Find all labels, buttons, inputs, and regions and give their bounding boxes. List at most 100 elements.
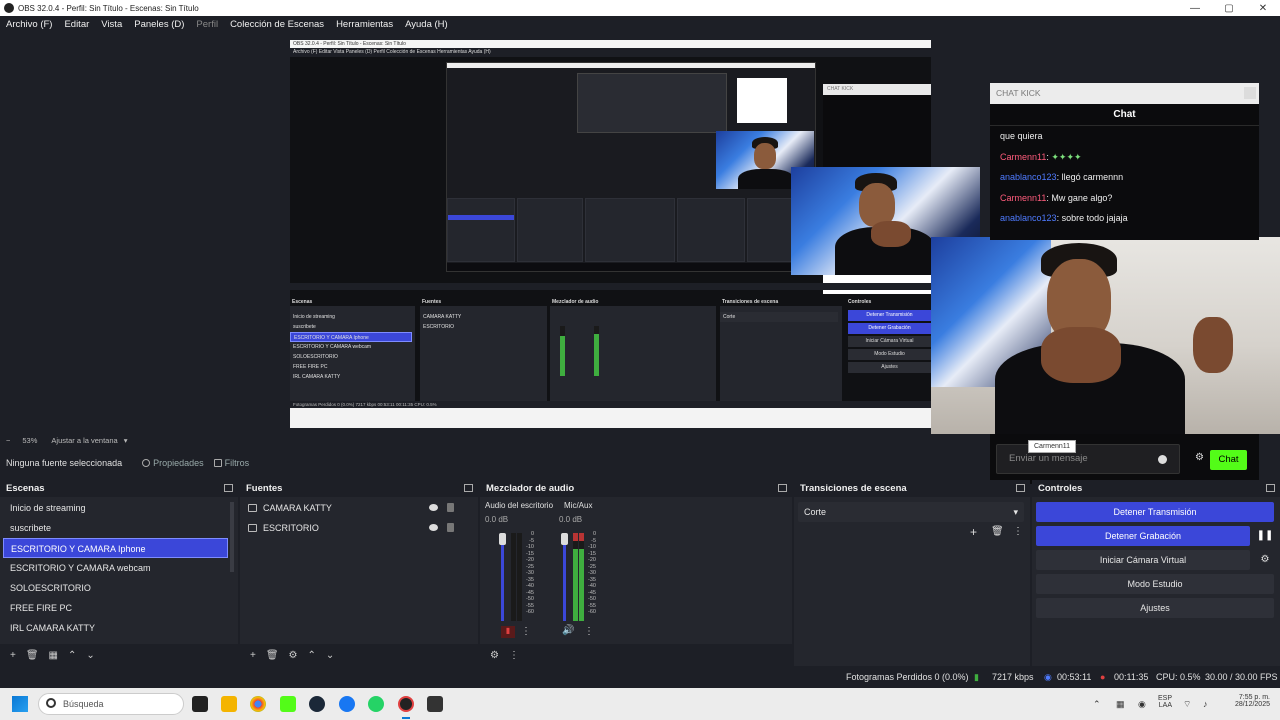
properties-button[interactable]: Propiedades bbox=[142, 458, 204, 468]
source-item[interactable]: ESCRITORIO bbox=[240, 518, 478, 538]
chat-username[interactable]: anablanco123 bbox=[1000, 172, 1057, 182]
menu-paneles[interactable]: Paneles (D) bbox=[128, 19, 190, 30]
mixer-channel-name: Mic/Aux bbox=[564, 501, 593, 510]
studio-mode-button[interactable]: Modo Estudio bbox=[1036, 574, 1274, 594]
scene-item-selected[interactable]: ESCRITORIO Y CAMARA Iphone bbox=[3, 538, 228, 558]
wifi-icon[interactable]: ⌔ bbox=[1183, 699, 1191, 710]
task-view-icon[interactable] bbox=[192, 696, 208, 712]
steam-icon[interactable] bbox=[309, 696, 325, 712]
eye-icon[interactable] bbox=[429, 524, 438, 531]
menu-archivo[interactable]: Archivo (F) bbox=[0, 19, 58, 30]
chat-message-input[interactable]: Enviar un mensaje bbox=[996, 444, 1180, 474]
transition-select[interactable]: Corte ▾ bbox=[798, 502, 1024, 522]
gear-icon[interactable]: ⚙ bbox=[289, 650, 298, 661]
chat-username[interactable]: anablanco123 bbox=[1000, 213, 1057, 223]
maximize-button[interactable]: ▢ bbox=[1212, 3, 1246, 14]
nested-transition-select: Corte bbox=[720, 312, 838, 322]
add-icon[interactable]: + bbox=[10, 650, 16, 661]
more-options-icon[interactable]: ⋮ bbox=[521, 626, 531, 637]
more-options-icon[interactable]: ⋮ bbox=[509, 650, 519, 661]
chat-popout-icon[interactable] bbox=[1244, 87, 1256, 99]
whatsapp-icon[interactable] bbox=[368, 696, 384, 712]
trash-icon[interactable]: 🗑 bbox=[991, 526, 1004, 537]
volume-slider-knob[interactable] bbox=[499, 533, 506, 545]
pause-icon[interactable]: ❚❚ bbox=[1256, 526, 1274, 546]
scene-item[interactable]: IRL CAMARA KATTY bbox=[3, 618, 228, 638]
volume-slider-mic[interactable] bbox=[563, 533, 566, 621]
gear-icon[interactable]: ⚙ bbox=[1256, 550, 1274, 570]
emoji-icon[interactable] bbox=[1158, 455, 1167, 464]
volume-slider-desktop[interactable] bbox=[501, 533, 504, 621]
chevron-down-icon[interactable]: ▾ bbox=[124, 436, 128, 445]
chat-username[interactable]: Carmenn11 bbox=[1000, 152, 1046, 162]
location-icon[interactable]: ◉ bbox=[1138, 699, 1146, 710]
search-icon bbox=[46, 698, 56, 708]
app-icon[interactable] bbox=[427, 696, 443, 712]
mute-icon[interactable]: ▮ bbox=[501, 626, 515, 638]
scene-item[interactable]: ESCRITORIO Y CAMARA webcam bbox=[3, 558, 228, 578]
chat-username[interactable]: Carmenn11 bbox=[1000, 193, 1046, 203]
menu-editar[interactable]: Editar bbox=[58, 19, 95, 30]
zoom-out-button[interactable]: − bbox=[6, 436, 10, 445]
add-icon[interactable]: + bbox=[250, 650, 256, 661]
chevron-up-icon[interactable]: ⌃ bbox=[1093, 699, 1101, 710]
chrome-icon[interactable] bbox=[250, 696, 266, 712]
menu-herramientas[interactable]: Herramientas bbox=[330, 19, 399, 30]
eye-icon[interactable] bbox=[429, 504, 438, 511]
scene-item[interactable]: SOLOESCRITORIO bbox=[3, 578, 228, 598]
stop-streaming-button[interactable]: Detener Transmisión bbox=[1036, 502, 1274, 522]
menu-ayuda[interactable]: Ayuda (H) bbox=[399, 19, 454, 30]
facebook-icon[interactable] bbox=[339, 696, 355, 712]
minimize-button[interactable]: — bbox=[1178, 3, 1212, 14]
chat-settings-gear-icon[interactable]: ⚙ bbox=[1195, 452, 1204, 463]
undock-icon[interactable] bbox=[1266, 484, 1275, 492]
undock-icon[interactable] bbox=[464, 484, 473, 492]
windows-start-icon[interactable] bbox=[12, 696, 28, 712]
language-indicator[interactable]: ESP LAA bbox=[1158, 695, 1172, 709]
file-explorer-icon[interactable] bbox=[221, 696, 237, 712]
volume-icon[interactable]: ♪ bbox=[1203, 699, 1208, 709]
volume-slider-knob[interactable] bbox=[561, 533, 568, 545]
filter-icon[interactable]: ▦ bbox=[49, 650, 58, 661]
scene-item[interactable]: suscribete bbox=[3, 518, 228, 538]
clock[interactable]: 7:55 p. m. 28/12/2025 bbox=[1224, 694, 1270, 708]
move-down-icon[interactable]: ⌄ bbox=[326, 650, 334, 661]
mixer-channel-db: 0.0 dB bbox=[485, 515, 509, 524]
trash-icon[interactable]: 🗑 bbox=[26, 650, 39, 661]
scene-item[interactable]: Inicio de streaming bbox=[3, 498, 228, 518]
move-down-icon[interactable]: ⌄ bbox=[86, 650, 94, 661]
filters-button[interactable]: Filtros bbox=[213, 458, 249, 468]
taskbar-search[interactable]: Búsqueda bbox=[38, 693, 184, 715]
lock-icon[interactable] bbox=[447, 503, 454, 512]
undock-icon[interactable] bbox=[1016, 484, 1025, 492]
more-options-icon[interactable]: ⋮ bbox=[584, 626, 594, 637]
stop-recording-button[interactable]: Detener Grabación bbox=[1036, 526, 1250, 546]
chat-send-button[interactable]: Chat bbox=[1210, 450, 1247, 470]
menu-perfil[interactable]: Perfil bbox=[190, 19, 224, 30]
add-icon[interactable]: + bbox=[970, 525, 977, 539]
trash-icon[interactable]: 🗑 bbox=[266, 650, 279, 661]
undock-icon[interactable] bbox=[224, 484, 233, 492]
transitions-dock: Transiciones de escena Corte ▾ + 🗑 ⋮ bbox=[794, 480, 1030, 666]
close-button[interactable]: ✕ bbox=[1246, 3, 1280, 14]
nested-menu-bar: Archivo (F) Editar Vista Paneles (D) Per… bbox=[290, 48, 931, 57]
more-options-icon[interactable]: ⋮ bbox=[1013, 526, 1023, 537]
scenes-scrollbar[interactable] bbox=[230, 502, 234, 572]
settings-button[interactable]: Ajustes bbox=[1036, 598, 1274, 618]
nested-scene-item: ESCRITORIO Y CAMARA Iphone bbox=[290, 332, 412, 342]
advanced-audio-icon[interactable]: ⚙ bbox=[490, 650, 499, 661]
menu-coleccion-escenas[interactable]: Colección de Escenas bbox=[224, 19, 330, 30]
menu-vista[interactable]: Vista bbox=[95, 19, 128, 30]
start-virtual-camera-button[interactable]: Iniciar Cámara Virtual bbox=[1036, 550, 1250, 570]
move-up-icon[interactable]: ⌃ bbox=[308, 650, 316, 661]
lock-icon[interactable] bbox=[447, 523, 454, 532]
scene-item[interactable]: FREE FIRE PC bbox=[3, 598, 228, 618]
zoom-fit-dropdown[interactable]: Ajustar a la ventana bbox=[51, 436, 117, 445]
source-item[interactable]: CAMARA KATTY bbox=[240, 498, 478, 518]
speaker-icon[interactable]: 🔊 bbox=[562, 625, 574, 636]
undock-icon[interactable] bbox=[778, 484, 787, 492]
kick-icon[interactable] bbox=[280, 696, 296, 712]
move-up-icon[interactable]: ⌃ bbox=[68, 650, 76, 661]
network-icon[interactable]: ▦ bbox=[1116, 699, 1125, 710]
obs-taskbar-icon[interactable] bbox=[398, 696, 414, 712]
